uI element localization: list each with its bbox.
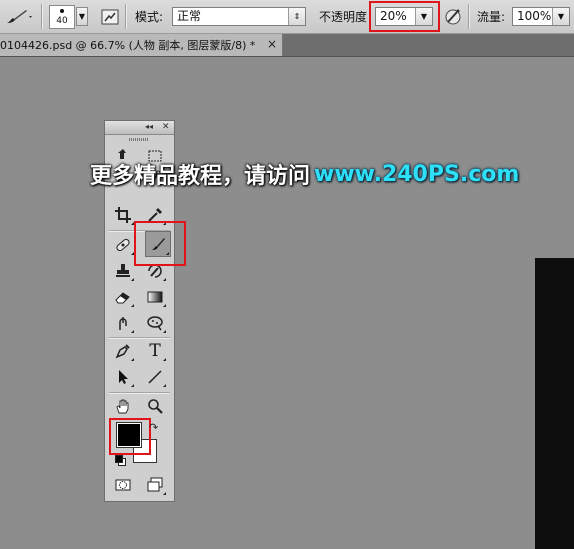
- quick-mask-button[interactable]: [111, 474, 135, 496]
- healing-brush-tool[interactable]: [111, 234, 135, 256]
- crop-tool[interactable]: [111, 204, 135, 226]
- swatch-highlight-box: [109, 418, 151, 455]
- default-colors-icon[interactable]: [115, 455, 126, 466]
- sponge-icon: [147, 316, 163, 331]
- stamp-icon: [116, 264, 130, 277]
- document-tab[interactable]: 0104426.psd @ 66.7% (人物 副本, 图层蒙版/8) * ×: [0, 34, 283, 56]
- gradient-icon: [147, 291, 163, 303]
- blur-tool[interactable]: [111, 312, 135, 334]
- document-tab-bar: 0104426.psd @ 66.7% (人物 副本, 图层蒙版/8) * ×: [0, 34, 574, 57]
- canvas-area[interactable]: [0, 57, 574, 549]
- finger-icon: [119, 317, 127, 330]
- mode-value: 正常: [177, 9, 202, 23]
- collapse-icon[interactable]: ◂◂: [145, 121, 153, 133]
- options-bar: 40 ▼ 模式: 正常 ⇕ 不透明度 20% ▼ 流量: 100% ▼: [0, 0, 574, 34]
- airbrush-icon: [445, 9, 461, 24]
- watermark: 更多精品教程，请访问 www.240PS.com: [90, 157, 519, 191]
- mode-dropdown-icon: ⇕: [288, 8, 305, 25]
- brush-picker-dropdown[interactable]: ▼: [76, 7, 88, 26]
- hand-icon: [116, 399, 129, 414]
- hand-tool[interactable]: [111, 395, 135, 417]
- tool-preset-picker[interactable]: [4, 0, 34, 33]
- close-icon[interactable]: ✕: [162, 121, 170, 133]
- quick-mask-icon: [115, 479, 131, 491]
- mode-select[interactable]: 正常 ⇕: [172, 7, 306, 26]
- flow-dropdown-icon[interactable]: ▼: [552, 8, 569, 25]
- mode-label: 模式:: [135, 10, 164, 24]
- flow-field[interactable]: 100% ▼: [512, 7, 570, 26]
- watermark-text: 更多精品教程，请访问: [90, 164, 311, 189]
- document-tab-title: 0104426.psd @ 66.7% (人物 副本, 图层蒙版/8) *: [0, 39, 256, 52]
- line-icon: [148, 370, 162, 384]
- pen-icon: [115, 344, 130, 359]
- line-tool[interactable]: [143, 366, 167, 388]
- type-tool[interactable]: T: [143, 340, 167, 362]
- magnifier-icon: [148, 399, 163, 414]
- document-image[interactable]: [535, 258, 574, 549]
- type-icon: T: [149, 341, 161, 361]
- arrow-pointer-icon: [119, 370, 128, 384]
- path-selection-tool[interactable]: [111, 366, 135, 388]
- brush-panel-icon: [101, 9, 119, 24]
- brush-icon: [7, 9, 32, 23]
- gradient-tool[interactable]: [143, 286, 167, 308]
- brush-dot-icon: [60, 8, 64, 13]
- panel-grip[interactable]: [129, 138, 149, 141]
- eraser-icon: [115, 292, 130, 304]
- eraser-tool[interactable]: [111, 286, 135, 308]
- zoom-tool[interactable]: [143, 395, 167, 417]
- watermark-url: www.240PS.com: [314, 161, 520, 187]
- airbrush-toggle[interactable]: [443, 0, 463, 33]
- brush-size-value: 40: [56, 15, 68, 26]
- opacity-label: 不透明度: [319, 10, 368, 24]
- clone-stamp-tool[interactable]: [111, 260, 135, 282]
- flow-label: 流量:: [477, 10, 506, 24]
- dodge-tool[interactable]: [143, 312, 167, 334]
- flow-value: 100%: [517, 9, 552, 23]
- brush-preset-picker[interactable]: 40 ▼: [49, 0, 88, 33]
- brush-panel-toggle[interactable]: [100, 0, 120, 33]
- screen-mode-button[interactable]: [143, 474, 167, 496]
- brush-tool-highlight-box: [134, 221, 186, 266]
- tools-panel-header[interactable]: ◂◂ ✕: [105, 121, 174, 135]
- bandage-icon: [116, 238, 130, 252]
- opacity-highlight-box: [369, 1, 440, 32]
- crop-icon: [115, 207, 131, 223]
- swap-colors-icon[interactable]: ↷: [149, 421, 158, 434]
- pen-tool[interactable]: [111, 340, 135, 362]
- close-icon[interactable]: ×: [267, 37, 277, 51]
- screen-mode-icon: [147, 477, 163, 492]
